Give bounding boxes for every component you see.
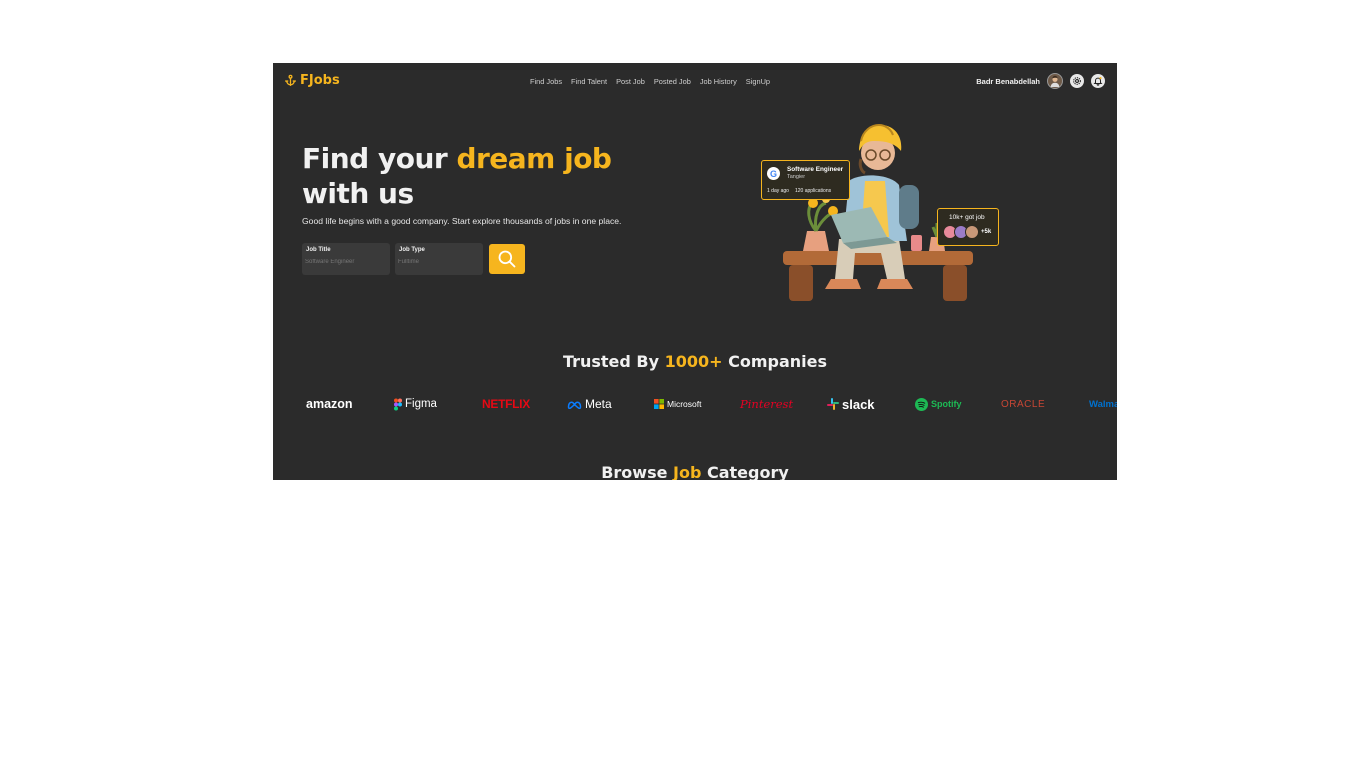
meta-icon: [567, 400, 582, 409]
job-card-title: Software Engineer: [787, 166, 844, 173]
company-name-figma: Figma: [405, 398, 437, 410]
nav-post-job[interactable]: Post Job: [616, 77, 645, 86]
job-title-label: Job Title: [306, 247, 331, 253]
company-logo-spotify: Spotify: [915, 393, 962, 415]
notification-bell-icon: [1093, 77, 1103, 86]
browse-category-heading: Browse Job Category: [273, 463, 1117, 480]
nav-job-history[interactable]: Job History: [700, 77, 737, 86]
job-card[interactable]: G Software Engineer Tangier 1 day ago 12…: [761, 160, 850, 200]
google-logo-icon: G: [767, 167, 780, 180]
brand-logo[interactable]: FJobs: [284, 73, 340, 88]
company-name-meta: Meta: [585, 397, 612, 411]
company-name-spotify: Spotify: [931, 399, 962, 409]
app-frame: FJobs Find Jobs Find Talent Post Job Pos…: [273, 63, 1117, 480]
settings-button[interactable]: [1070, 74, 1084, 88]
browse-highlight: Job: [673, 463, 702, 480]
user-name[interactable]: Badr Benabdellah: [976, 77, 1040, 86]
company-name-slack: slack: [842, 396, 875, 412]
brand-name: FJobs: [300, 73, 340, 88]
hired-stat-card: 10k+ got job +5k: [937, 208, 999, 246]
job-card-location: Tangier: [787, 174, 806, 180]
trusted-highlight: 1000+: [664, 352, 723, 371]
spotify-icon: [915, 397, 928, 411]
job-type-input[interactable]: [398, 259, 478, 265]
trusted-heading: Trusted By 1000+ Companies: [273, 352, 1117, 371]
company-name-amazon: amazon: [306, 397, 353, 411]
anchor-icon: [284, 74, 297, 87]
hero-subtitle: Good life begins with a good company. St…: [302, 216, 622, 226]
company-logo-netflix: NETFLIX: [482, 393, 530, 415]
notifications-button[interactable]: [1091, 74, 1105, 88]
user-menu: Badr Benabdellah: [976, 73, 1105, 89]
slack-icon: [827, 398, 839, 410]
company-logo-microsoft: Microsoft: [654, 393, 701, 415]
search-button[interactable]: [489, 244, 525, 274]
browse-prefix: Browse: [601, 463, 674, 480]
job-card-meta: 1 day ago 120 applications: [767, 188, 831, 194]
nav-posted-job[interactable]: Posted Job: [654, 77, 691, 86]
company-logo-oracle: ORACLE: [1001, 393, 1045, 415]
job-card-applications: 120 applications: [794, 188, 832, 194]
search-icon: [498, 250, 516, 268]
avatar[interactable]: [1047, 73, 1063, 89]
nav-signup[interactable]: SignUp: [746, 77, 770, 86]
gear-icon: [1073, 77, 1081, 85]
job-type-label: Job Type: [399, 247, 425, 253]
hero-title: Find your dream job with us: [302, 141, 682, 211]
job-title-input[interactable]: [305, 259, 385, 265]
user-avatar-icon: [1050, 75, 1060, 87]
company-logos: amazon Figma NETFLIX Meta Microsoft Pint…: [273, 393, 1117, 415]
company-logo-amazon: amazon: [306, 393, 353, 415]
company-name-microsoft: Microsoft: [667, 399, 702, 409]
nav-find-jobs[interactable]: Find Jobs: [530, 77, 562, 86]
browse-suffix: Category: [701, 463, 789, 480]
microsoft-icon: [654, 399, 664, 409]
job-card-posted: 1 day ago: [767, 188, 789, 194]
avatar: [965, 225, 979, 239]
company-logo-walmart: Walmart: [1089, 393, 1117, 415]
figma-icon: [394, 398, 402, 410]
company-name-netflix: NETFLIX: [482, 397, 530, 411]
company-name-pinterest: Pinterest: [740, 397, 794, 411]
hero-title-part2: with us: [302, 177, 414, 210]
job-type-field[interactable]: Job Type: [395, 243, 483, 275]
company-logo-slack: slack: [827, 393, 875, 415]
hired-more-count: +5k: [981, 229, 992, 235]
company-logo-figma: Figma: [394, 393, 437, 415]
hired-avatars: +5k: [943, 225, 991, 239]
hero-title-part1: Find your: [302, 142, 457, 175]
main-nav: Find Jobs Find Talent Post Job Posted Jo…: [530, 77, 770, 86]
company-logo-pinterest: Pinterest: [740, 393, 793, 415]
hired-stat-title: 10k+ got job: [949, 214, 985, 221]
hero-title-highlight: dream job: [456, 142, 612, 175]
job-title-field[interactable]: Job Title: [302, 243, 390, 275]
company-logo-meta: Meta: [567, 393, 612, 415]
company-name-walmart: Walmart: [1089, 398, 1117, 410]
trusted-suffix: Companies: [722, 352, 828, 371]
company-name-oracle: ORACLE: [1001, 398, 1046, 410]
nav-find-talent[interactable]: Find Talent: [571, 77, 607, 86]
trusted-prefix: Trusted By: [562, 352, 665, 371]
